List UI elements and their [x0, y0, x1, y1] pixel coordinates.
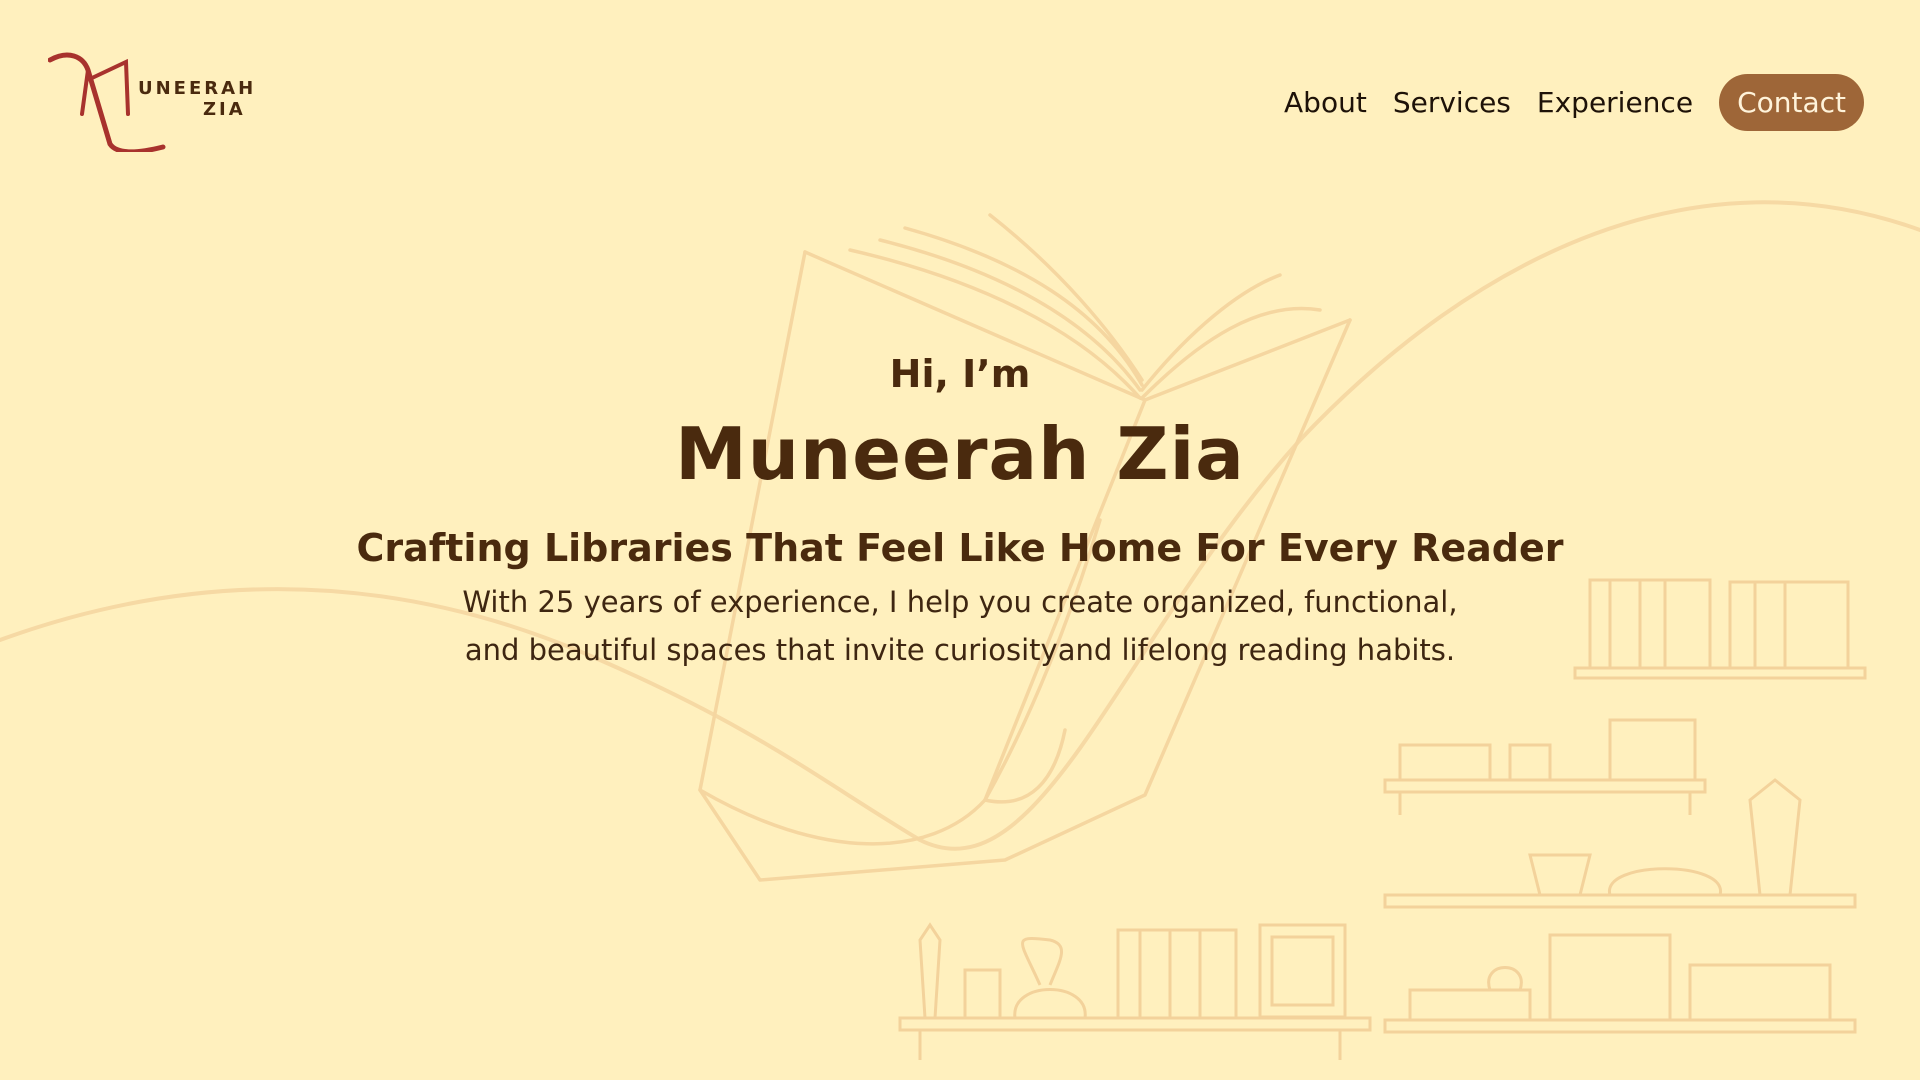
hero-name: Muneerah Zia: [675, 412, 1245, 496]
bookshelf-bottom-left: [898, 922, 1372, 1060]
hero-description: With 25 years of experience, I help you …: [462, 585, 1458, 667]
hero-greeting: Hi, I’m: [889, 352, 1031, 396]
hero-tagline: Crafting Libraries That Feel Like Home F…: [356, 526, 1564, 570]
page: UNEERAH ZIA About Services Experience Co…: [0, 0, 1920, 1080]
logo-text-line2: ZIA: [203, 99, 246, 120]
nav-about[interactable]: About: [1284, 86, 1367, 119]
logo-text-line1: UNEERAH: [138, 78, 257, 99]
nav-experience[interactable]: Experience: [1537, 86, 1693, 119]
brand-logo[interactable]: UNEERAH ZIA: [48, 52, 258, 152]
logo-monogram-icon: [48, 52, 166, 152]
main-nav: About Services Experience Contact: [1284, 74, 1864, 131]
nav-services[interactable]: Services: [1393, 86, 1511, 119]
contact-button[interactable]: Contact: [1719, 74, 1864, 131]
